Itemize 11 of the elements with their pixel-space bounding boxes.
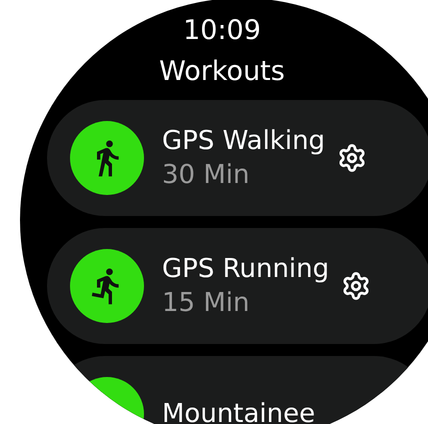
- settings-icon[interactable]: [341, 271, 372, 301]
- workout-duration: 30 Min: [162, 159, 250, 191]
- clock-time: 10:09: [183, 16, 261, 46]
- workout-item[interactable]: GPS Walking 30 Min: [47, 100, 428, 216]
- workout-duration: 15 Min: [162, 287, 250, 319]
- settings-icon[interactable]: [337, 143, 368, 173]
- screen-title: Workouts: [159, 56, 285, 88]
- workout-item[interactable]: GPS Running 15 Min: [47, 228, 428, 344]
- workout-name: GPS Running: [162, 253, 330, 285]
- workout-name: Mountainee: [162, 398, 316, 424]
- workout-name: GPS Walking: [162, 125, 326, 157]
